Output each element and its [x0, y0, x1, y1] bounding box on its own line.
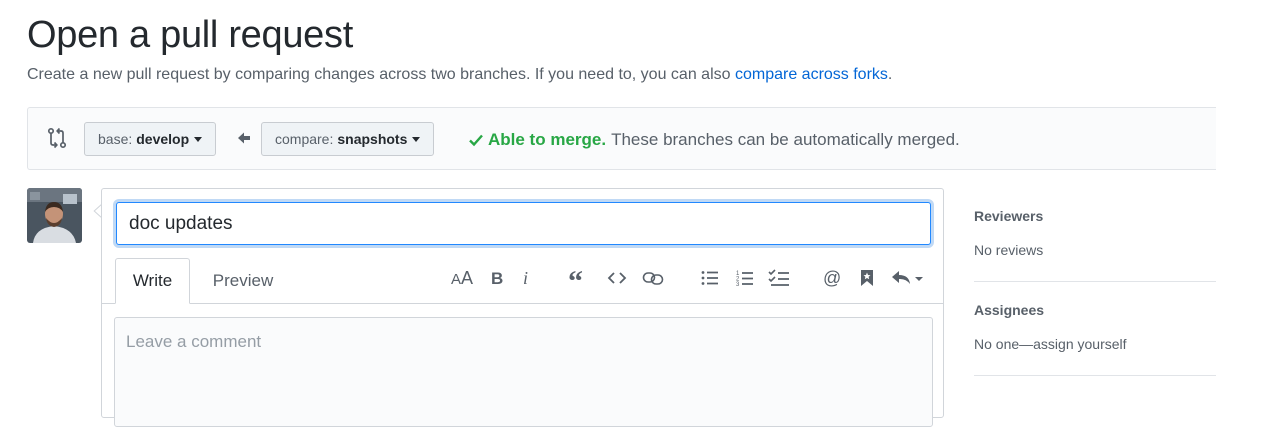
subtitle-text: Create a new pull request by comparing c…: [27, 66, 735, 83]
numbered-list-icon[interactable]: 123: [734, 265, 756, 291]
task-list-icon[interactable]: [767, 265, 791, 291]
reviewers-value: No reviews: [974, 242, 1044, 258]
check-icon: [469, 134, 483, 147]
base-branch-name: develop: [136, 131, 190, 147]
branch-compare-bar: base: develop compare: snapshots Able to…: [27, 107, 1216, 170]
svg-text:3: 3: [736, 282, 740, 287]
assignees-heading[interactable]: Assignees: [974, 302, 1044, 318]
quote-icon[interactable]: “: [567, 265, 589, 291]
svg-text:B: B: [491, 269, 503, 287]
svg-text:@: @: [823, 268, 841, 288]
chevron-down-icon: [194, 136, 203, 142]
svg-text:A: A: [451, 271, 461, 287]
code-icon[interactable]: [606, 265, 628, 291]
subtitle-end: .: [887, 66, 893, 83]
avatar[interactable]: [27, 188, 82, 243]
git-compare-icon: [47, 127, 67, 149]
mention-icon[interactable]: @: [821, 265, 843, 291]
tab-preview[interactable]: Preview: [198, 258, 288, 304]
bookmark-icon[interactable]: [857, 265, 877, 291]
assignees-value: No one—assign yourself: [974, 336, 1127, 352]
svg-text:“: “: [568, 269, 583, 287]
bulleted-list-icon[interactable]: [699, 265, 721, 291]
base-branch-button[interactable]: base: develop: [84, 122, 217, 156]
base-prefix: base:: [98, 131, 133, 147]
merge-ok-text: Able to merge.: [488, 130, 607, 149]
assign-yourself-link[interactable]: No one—assign yourself: [974, 336, 1127, 352]
arrow-left-icon: [238, 132, 250, 144]
pr-sidebar: Reviewers No reviews Assignees No one—as…: [974, 188, 1216, 376]
comment-textarea[interactable]: [114, 317, 933, 427]
merge-status: Able to merge. These branches can be aut…: [468, 130, 960, 150]
compare-across-forks-link[interactable]: compare across forks: [735, 66, 888, 83]
merge-description: These branches can be automatically merg…: [611, 130, 960, 149]
reviewers-heading[interactable]: Reviewers: [974, 208, 1043, 224]
tab-write[interactable]: Write: [115, 258, 190, 304]
bold-icon[interactable]: B: [487, 265, 507, 291]
reviewers-section: Reviewers No reviews: [974, 188, 1216, 282]
svg-text:i: i: [523, 269, 528, 287]
assignees-section: Assignees No one—assign yourself: [974, 282, 1216, 376]
compare-branch-button[interactable]: compare: snapshots: [261, 122, 435, 156]
pr-title-input[interactable]: [116, 202, 931, 245]
chevron-down-icon: [412, 136, 421, 142]
page-subtitle: Create a new pull request by comparing c…: [27, 66, 892, 84]
italic-icon[interactable]: i: [518, 265, 536, 291]
compare-branch-name: snapshots: [337, 131, 408, 147]
link-icon[interactable]: [641, 265, 665, 291]
svg-text:A: A: [461, 269, 473, 287]
pr-editor: Write Preview AA B i “ 123 @: [101, 188, 944, 427]
text-size-icon[interactable]: AA: [450, 265, 476, 291]
reply-icon[interactable]: [890, 265, 928, 291]
page-title: Open a pull request: [27, 14, 353, 56]
user-avatar-image: [27, 188, 82, 243]
compare-prefix: compare:: [275, 131, 334, 147]
